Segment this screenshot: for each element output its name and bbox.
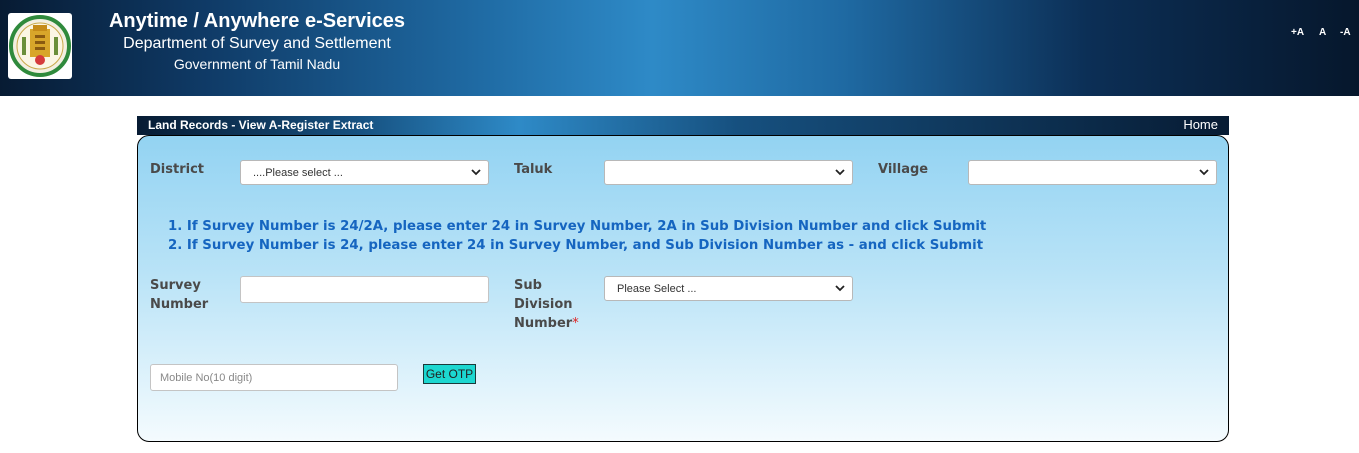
mobile-number-input[interactable]: Mobile No(10 digit) [150, 364, 398, 391]
subdiv-label-line: Number* [514, 314, 579, 333]
survey-label-line: Number [150, 297, 209, 312]
taluk-label: Taluk [514, 162, 553, 177]
survey-label-line: Survey [150, 278, 201, 293]
font-increase-button[interactable]: +A [1291, 27, 1304, 38]
village-select[interactable] [968, 160, 1217, 185]
font-reset-button[interactable]: A [1319, 27, 1326, 38]
survey-number-label: Survey Number [150, 276, 208, 314]
font-decrease-button[interactable]: -A [1340, 27, 1351, 38]
section-title-bar: Land Records - View A-Register Extract H… [137, 116, 1229, 135]
site-title: Anytime / Anywhere e-Services [108, 10, 406, 32]
sub-division-number-label: Sub Division Number* [514, 276, 579, 333]
department-name: Department of Survey and Settlement [123, 35, 391, 52]
taluk-select[interactable] [604, 160, 853, 185]
sub-division-select[interactable]: Please Select ... [604, 276, 853, 301]
village-label: Village [878, 162, 929, 177]
instruction-line-2: 2. If Survey Number is 24, please enter … [168, 238, 984, 253]
instruction-line-1: 1. If Survey Number is 24/2A, please ent… [168, 219, 987, 234]
mobile-number-placeholder: Mobile No(10 digit) [160, 372, 253, 384]
chevron-down-icon [835, 169, 845, 176]
chevron-down-icon [1199, 169, 1209, 176]
district-label: District [150, 162, 204, 177]
subdiv-label-line: Division [514, 297, 573, 312]
district-select-value: ....Please select ... [253, 167, 343, 179]
district-select[interactable]: ....Please select ... [240, 160, 489, 185]
section-title: Land Records - View A-Register Extract [148, 118, 374, 132]
government-name: Government of Tamil Nadu [173, 56, 341, 72]
get-otp-button[interactable]: Get OTP [423, 364, 476, 384]
subdiv-label-line: Sub [514, 278, 542, 293]
tamil-nadu-emblem-logo [8, 13, 72, 79]
home-link[interactable]: Home [1183, 117, 1218, 132]
sub-division-select-value: Please Select ... [617, 283, 697, 295]
header-banner: Anytime / Anywhere e-Services Department… [0, 0, 1359, 96]
subdiv-label-text: Number [514, 316, 573, 331]
survey-number-input[interactable] [240, 276, 489, 303]
chevron-down-icon [471, 169, 481, 176]
form-panel: District ....Please select ... Taluk Vil… [137, 135, 1229, 442]
chevron-down-icon [835, 285, 845, 292]
required-mark: * [572, 316, 579, 331]
